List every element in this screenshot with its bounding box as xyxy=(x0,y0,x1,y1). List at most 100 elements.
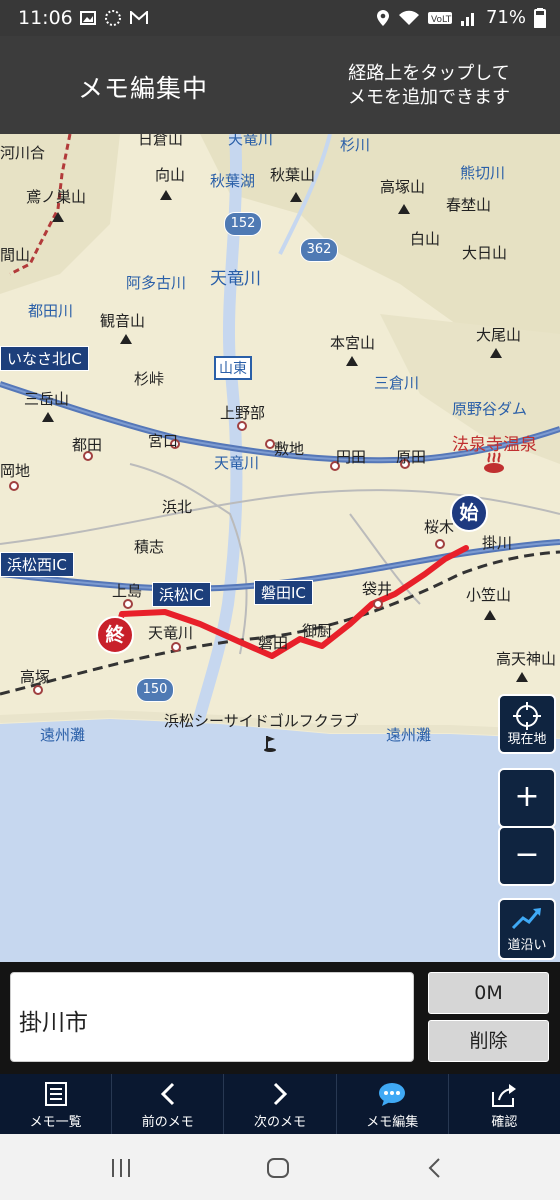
route-end-pin[interactable]: 終 xyxy=(96,616,134,654)
mountain-icon xyxy=(120,334,132,344)
place-label: 三岳山 xyxy=(24,390,70,408)
mountain-icon xyxy=(484,610,496,620)
ic-label: 磐田IC xyxy=(254,580,313,605)
hint-line-1: 経路上をタップして xyxy=(348,63,510,84)
ic-label: いなさ北IC xyxy=(0,346,89,371)
place-label: 小笠山 xyxy=(466,586,512,604)
trend-up-icon xyxy=(511,908,541,930)
battery-percent: 71% xyxy=(485,7,526,28)
place-label: 鳶ノ巣山 xyxy=(26,188,87,206)
place-label: 阿多古川 xyxy=(126,274,187,292)
location-icon xyxy=(376,9,389,26)
place-label: 高天神山 xyxy=(496,650,557,668)
place-label: 日倉山 xyxy=(138,134,184,148)
header: メモ編集中 経路上をタップして メモを追加できます xyxy=(0,36,560,134)
prev-memo-button[interactable]: 前のメモ xyxy=(112,1074,225,1134)
zoom-in-button[interactable]: + xyxy=(498,768,556,828)
place-label: 都田川 xyxy=(28,302,74,320)
toolbar-label: メモ一覧 xyxy=(29,1115,82,1130)
place-label: 天竜川 xyxy=(210,269,261,289)
place-label: 本宮山 xyxy=(330,334,376,352)
system-nav-bar xyxy=(0,1134,560,1200)
along-road-label: 道沿い xyxy=(507,938,547,953)
place-label: 宮口 xyxy=(148,432,179,450)
delete-button[interactable]: 削除 xyxy=(428,1020,549,1062)
chevron-left-icon xyxy=(160,1082,174,1106)
mountain-icon xyxy=(52,212,64,222)
chevron-right-icon xyxy=(273,1082,288,1106)
share-icon xyxy=(492,1084,517,1107)
recent-apps-icon[interactable] xyxy=(110,1158,132,1178)
place-label: 高塚 xyxy=(20,668,51,686)
mountain-icon xyxy=(398,204,410,214)
place-label: 御厨 xyxy=(302,622,333,640)
memo-edit-panel: 掛川市 0M 削除 xyxy=(0,962,560,1074)
place-label: 観音山 xyxy=(100,312,146,330)
memo-input[interactable]: 掛川市 xyxy=(10,972,414,1062)
hot-spring-icon xyxy=(484,452,504,473)
ic-label: 浜松IC xyxy=(152,582,211,607)
hint-line-2: メモを追加できます xyxy=(348,87,510,108)
mountain-icon xyxy=(490,348,502,358)
ic-label: 浜松西IC xyxy=(0,552,74,577)
confirm-button[interactable]: 確認 xyxy=(449,1074,560,1134)
back-icon[interactable] xyxy=(426,1157,442,1179)
memo-list-button[interactable]: メモ一覧 xyxy=(0,1074,113,1134)
route-start-pin[interactable]: 始 xyxy=(450,494,488,532)
place-label: 三倉川 xyxy=(374,374,420,392)
route-shield: 362 xyxy=(300,238,338,262)
wifi-icon xyxy=(398,10,419,25)
distance-button[interactable]: 0M xyxy=(428,972,549,1014)
place-label: 大日山 xyxy=(462,244,508,262)
toolbar-label: 前のメモ xyxy=(141,1115,194,1130)
place-label: 岡地 xyxy=(0,462,31,480)
volte-icon: VoLTE xyxy=(427,11,452,25)
place-label: 原田 xyxy=(396,448,427,466)
place-label: 白山 xyxy=(410,230,441,248)
golf-icon xyxy=(264,736,276,752)
signal-icon xyxy=(460,12,474,26)
spinner-icon xyxy=(105,10,121,26)
header-hint: 経路上をタップして メモを追加できます xyxy=(348,62,510,110)
station-label: 山東 xyxy=(214,356,252,380)
toolbar-label: メモ編集 xyxy=(366,1115,419,1130)
mountain-icon xyxy=(42,412,54,422)
status-time: 11:06 xyxy=(18,7,73,29)
place-label: 上野部 xyxy=(220,404,266,422)
place-label: 敷地 xyxy=(274,440,305,458)
current-location-button[interactable]: 現在地 xyxy=(498,694,556,754)
route-shield: 152 xyxy=(224,212,262,236)
place-label: 円田 xyxy=(336,448,367,466)
place-label: 浜北 xyxy=(162,498,193,516)
place-label: 秋葉湖 xyxy=(210,172,256,190)
page-title: メモ編集中 xyxy=(78,74,209,103)
along-road-button[interactable]: 道沿い xyxy=(498,898,556,960)
place-label: 袋井 xyxy=(362,580,393,598)
toolbar-label: 次のメモ xyxy=(254,1115,307,1130)
next-memo-button[interactable]: 次のメモ xyxy=(224,1074,337,1134)
place-label: 秋葉山 xyxy=(270,166,316,184)
place-label: 上島 xyxy=(112,582,143,600)
place-label: 掛川 xyxy=(482,534,513,552)
zoom-out-button[interactable]: − xyxy=(498,826,556,886)
list-icon xyxy=(44,1082,67,1106)
place-label: 熊切川 xyxy=(460,164,506,182)
place-label: 都田 xyxy=(72,436,103,454)
mountain-icon xyxy=(160,190,172,200)
place-label: 原野谷ダム xyxy=(452,400,528,418)
map-view[interactable]: 河川合 日倉山 天竜川 杉川 鳶ノ巣山 向山 秋葉湖 秋葉山 高塚山 熊切川 春… xyxy=(0,134,560,962)
mountain-icon xyxy=(346,356,358,366)
place-label: 春埜山 xyxy=(446,196,492,214)
place-label: 天竜川 xyxy=(214,454,260,472)
battery-icon xyxy=(534,7,546,28)
place-label: 河川合 xyxy=(0,144,46,162)
memo-edit-button[interactable]: メモ編集 xyxy=(337,1074,449,1134)
bottom-toolbar: メモ一覧 前のメモ 次のメモ メモ編集 確認 xyxy=(0,1074,560,1134)
place-label: 杉川 xyxy=(340,136,371,154)
place-label: 積志 xyxy=(134,538,165,556)
home-icon[interactable] xyxy=(266,1157,290,1179)
chat-bubble-icon xyxy=(379,1083,406,1106)
svg-text:VoLTE: VoLTE xyxy=(431,15,452,25)
place-label: 間山 xyxy=(0,246,31,264)
current-location-label: 現在地 xyxy=(507,732,547,747)
